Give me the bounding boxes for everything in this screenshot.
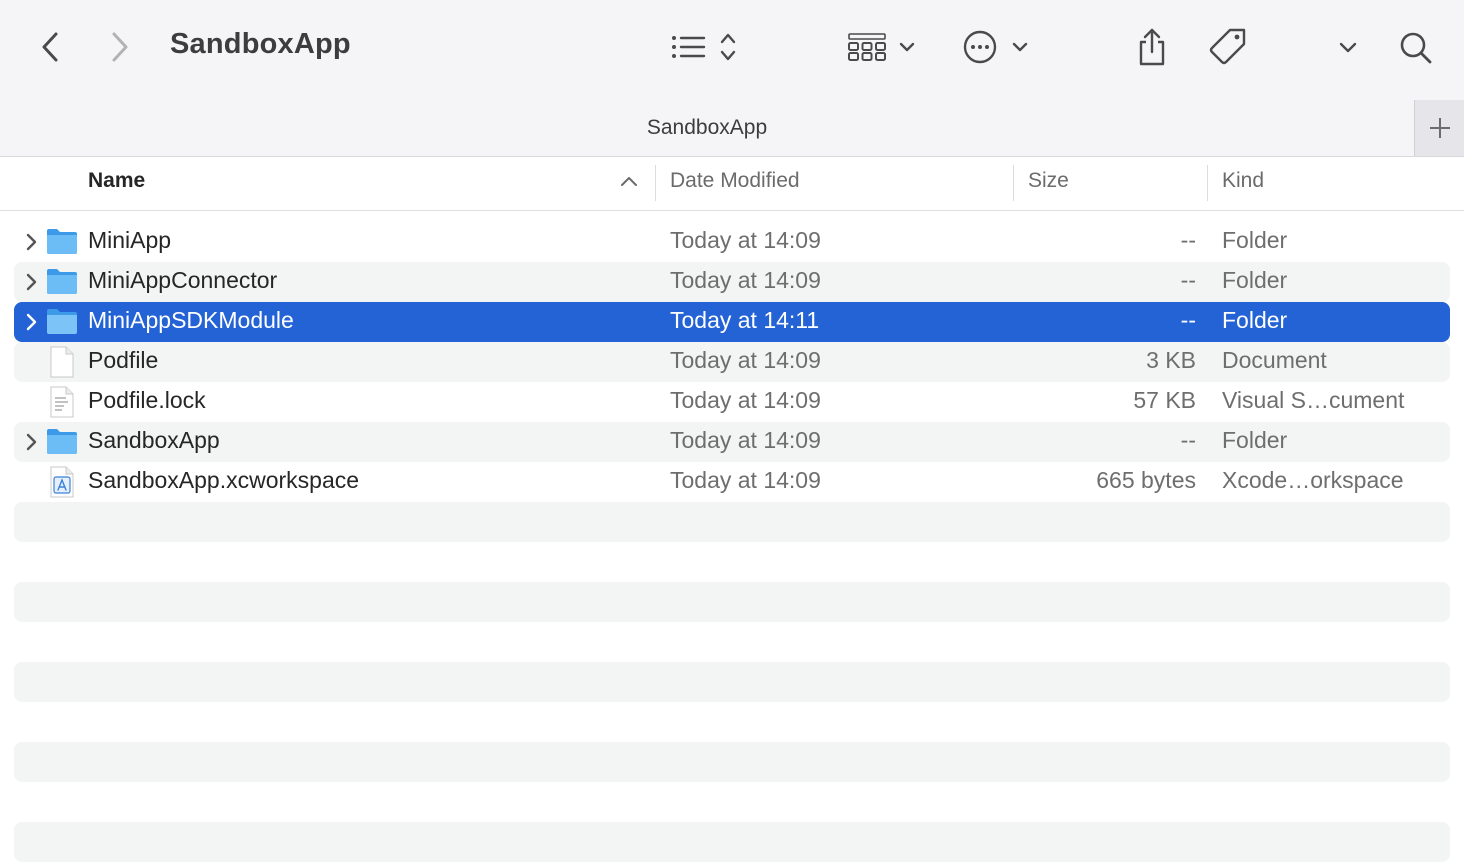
file-kind: Folder <box>1222 227 1288 253</box>
folder-icon <box>47 429 77 454</box>
column-date-modified[interactable]: Date Modified <box>670 169 800 193</box>
disclosure-triangle-icon[interactable] <box>22 271 42 293</box>
file-size: -- <box>1180 307 1196 333</box>
share-icon <box>1139 28 1165 66</box>
column-name[interactable]: Name <box>88 169 145 193</box>
tag-button[interactable] <box>1204 24 1252 70</box>
file-name: MiniAppSDKModule <box>88 307 294 333</box>
group-button[interactable] <box>840 26 920 68</box>
new-tab-button[interactable] <box>1414 100 1464 156</box>
chevron-right-icon <box>112 32 128 62</box>
file-row[interactable]: MiniApp Today at 14:09 -- Folder <box>14 222 1450 262</box>
file-date: Today at 14:11 <box>670 307 820 333</box>
file-kind: Folder <box>1222 267 1288 293</box>
empty-row <box>14 662 1450 702</box>
file-date: Today at 14:09 <box>670 227 821 253</box>
column-header-row: Name Date Modified Size Kind <box>0 157 1464 211</box>
column-divider[interactable] <box>1207 165 1208 201</box>
action-button[interactable] <box>958 26 1034 68</box>
ellipsis-circle-icon <box>963 30 1028 64</box>
empty-row <box>14 582 1450 622</box>
file-date: Today at 14:09 <box>670 427 821 453</box>
disclosure-triangle-icon[interactable] <box>22 231 42 253</box>
back-button[interactable] <box>30 26 70 68</box>
file-size: 665 bytes <box>1096 467 1196 493</box>
file-kind: Xcode…orkspace <box>1222 467 1404 493</box>
document-icon <box>50 346 74 378</box>
file-name: SandboxApp <box>88 427 220 453</box>
file-kind: Folder <box>1222 427 1288 453</box>
file-kind: Document <box>1222 347 1327 373</box>
file-row[interactable]: Podfile.lock Today at 14:09 57 KB Visual… <box>14 382 1450 422</box>
window-title: SandboxApp <box>170 28 351 60</box>
column-size[interactable]: Size <box>1028 169 1069 193</box>
chevron-down-icon <box>1339 42 1357 53</box>
empty-row <box>14 822 1450 862</box>
empty-row <box>14 502 1450 542</box>
file-size: -- <box>1180 427 1196 453</box>
column-divider[interactable] <box>655 165 656 201</box>
file-row[interactable]: Podfile Today at 14:09 3 KB Document <box>14 342 1450 382</box>
toolbar: SandboxApp <box>0 0 1464 100</box>
share-button[interactable] <box>1130 24 1174 70</box>
tag-icon <box>1209 28 1246 65</box>
xcode-workspace-icon <box>50 466 74 498</box>
grid-group-icon <box>848 33 915 61</box>
file-size: -- <box>1180 267 1196 293</box>
disclosure-triangle-icon[interactable] <box>22 311 42 333</box>
plus-icon <box>1430 118 1450 138</box>
empty-row <box>14 782 1450 822</box>
file-name: MiniAppConnector <box>88 267 278 293</box>
disclosure-triangle-icon[interactable] <box>22 431 42 453</box>
file-kind: Folder <box>1222 307 1288 333</box>
file-kind: Visual S…cument <box>1222 387 1405 413</box>
file-size: 57 KB <box>1133 387 1196 413</box>
file-list: MiniApp Today at 14:09 -- Folder MiniApp… <box>14 222 1450 862</box>
tab-bar: SandboxApp <box>0 100 1464 157</box>
file-date: Today at 14:09 <box>670 467 821 493</box>
forward-button[interactable] <box>100 26 140 68</box>
file-name: Podfile <box>88 347 159 373</box>
folder-icon <box>47 309 77 334</box>
file-name: SandboxApp.xcworkspace <box>88 467 360 493</box>
empty-row <box>14 702 1450 742</box>
sort-ascending-icon <box>621 177 637 186</box>
file-name: MiniApp <box>88 227 172 253</box>
chevron-left-icon <box>42 32 58 62</box>
list-view-icon <box>672 33 736 61</box>
text-document-icon <box>50 386 74 418</box>
empty-row <box>14 622 1450 662</box>
file-date: Today at 14:09 <box>670 347 821 373</box>
view-options-button[interactable] <box>660 26 744 68</box>
folder-icon <box>47 229 77 254</box>
column-divider[interactable] <box>1013 165 1014 201</box>
file-row-selected[interactable]: MiniAppSDKModule Today at 14:11 -- Folde… <box>14 302 1450 342</box>
column-kind[interactable]: Kind <box>1222 169 1264 193</box>
empty-row <box>14 742 1450 782</box>
search-icon <box>1400 32 1432 64</box>
tab-sandboxapp[interactable]: SandboxApp <box>0 116 1414 140</box>
file-name: Podfile.lock <box>88 387 206 413</box>
folder-icon <box>47 269 77 294</box>
file-row[interactable]: SandboxApp Today at 14:09 -- Folder <box>14 422 1450 462</box>
file-row[interactable]: MiniAppConnector Today at 14:09 -- Folde… <box>14 262 1450 302</box>
file-date: Today at 14:09 <box>670 387 821 413</box>
empty-row <box>14 542 1450 582</box>
file-date: Today at 14:09 <box>670 267 821 293</box>
file-row[interactable]: SandboxApp.xcworkspace Today at 14:09 66… <box>14 462 1450 502</box>
search-button[interactable] <box>1394 26 1438 70</box>
more-toolbar-button[interactable] <box>1330 30 1366 66</box>
file-size: 3 KB <box>1146 347 1196 373</box>
file-size: -- <box>1180 227 1196 253</box>
